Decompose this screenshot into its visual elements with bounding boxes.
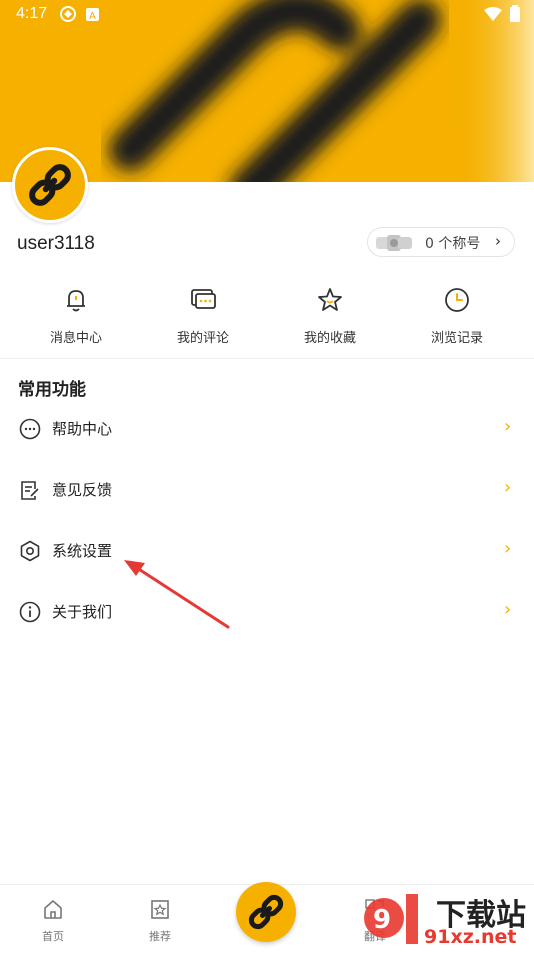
menu-item-about-us[interactable]: 关于我们 › [0, 586, 534, 642]
quick-action-favorites[interactable]: 我的收藏 [270, 285, 390, 346]
wifi-icon [484, 7, 502, 25]
home-icon [44, 900, 62, 919]
link-icon [248, 894, 284, 930]
battery-icon [510, 5, 520, 26]
star-icon [315, 285, 345, 315]
link-logo-icon [29, 164, 71, 206]
section-title: 常用功能 [18, 380, 86, 400]
nav-item-recommend[interactable]: 推荐 [130, 898, 190, 944]
username: user3118 [17, 233, 95, 254]
app-notification-icon [60, 6, 76, 26]
chevron-right-icon: › [504, 416, 512, 437]
badge-medals-icon [376, 235, 412, 251]
quick-action-label: 我的评论 [176, 331, 229, 346]
chevron-right-icon: › [504, 599, 512, 620]
quick-action-comments[interactable]: 我的评论 [143, 285, 263, 346]
more-circle-icon [18, 417, 42, 441]
title-badge-button[interactable]: 0 个称号 › [367, 227, 515, 257]
menu-item-label: 系统设置 [52, 542, 113, 560]
menu-item-system-settings[interactable]: 系统设置 › [0, 525, 534, 581]
comment-icon [188, 285, 218, 315]
status-time: 4:17 [16, 5, 48, 22]
chevron-right-icon: › [495, 232, 501, 250]
svg-text:A: A [89, 11, 96, 21]
font-notification-icon: A [86, 7, 99, 25]
annotation-arrow [124, 560, 230, 629]
menu-item-label: 帮助中心 [52, 420, 113, 438]
svg-text:9: 9 [373, 905, 391, 935]
menu-item-label: 关于我们 [52, 603, 113, 621]
menu-item-feedback[interactable]: 意见反馈 › [0, 464, 534, 520]
bell-icon [61, 285, 91, 315]
status-bar: 4:17 A [0, 0, 534, 28]
nav-item-home[interactable]: 首页 [23, 898, 83, 944]
quick-action-label: 消息中心 [49, 331, 102, 346]
divider [0, 358, 534, 359]
hexagon-settings-icon [18, 539, 42, 563]
quick-action-history[interactable]: 浏览记录 [397, 285, 517, 346]
menu-item-label: 意见反馈 [52, 481, 113, 499]
edit-note-icon [18, 478, 42, 502]
nav-item-label: 首页 [42, 930, 64, 943]
menu-item-help-center[interactable]: 帮助中心 › [0, 403, 534, 459]
clock-icon [442, 285, 472, 315]
site-watermark: 9 下载站 91xz.net [362, 888, 534, 950]
quick-action-label: 浏览记录 [430, 331, 483, 346]
chevron-right-icon: › [504, 477, 512, 498]
info-icon [18, 600, 42, 624]
quick-action-messages[interactable]: 消息中心 [16, 285, 136, 346]
title-badge-text: 0 个称号 [425, 236, 481, 252]
bookmark-star-icon [151, 900, 169, 919]
center-link-button[interactable] [236, 882, 296, 942]
watermark-domain: 91xz.net [424, 926, 517, 948]
quick-action-label: 我的收藏 [303, 331, 356, 346]
nav-item-label: 推荐 [149, 930, 171, 943]
avatar[interactable] [12, 147, 88, 223]
chevron-right-icon: › [504, 538, 512, 559]
